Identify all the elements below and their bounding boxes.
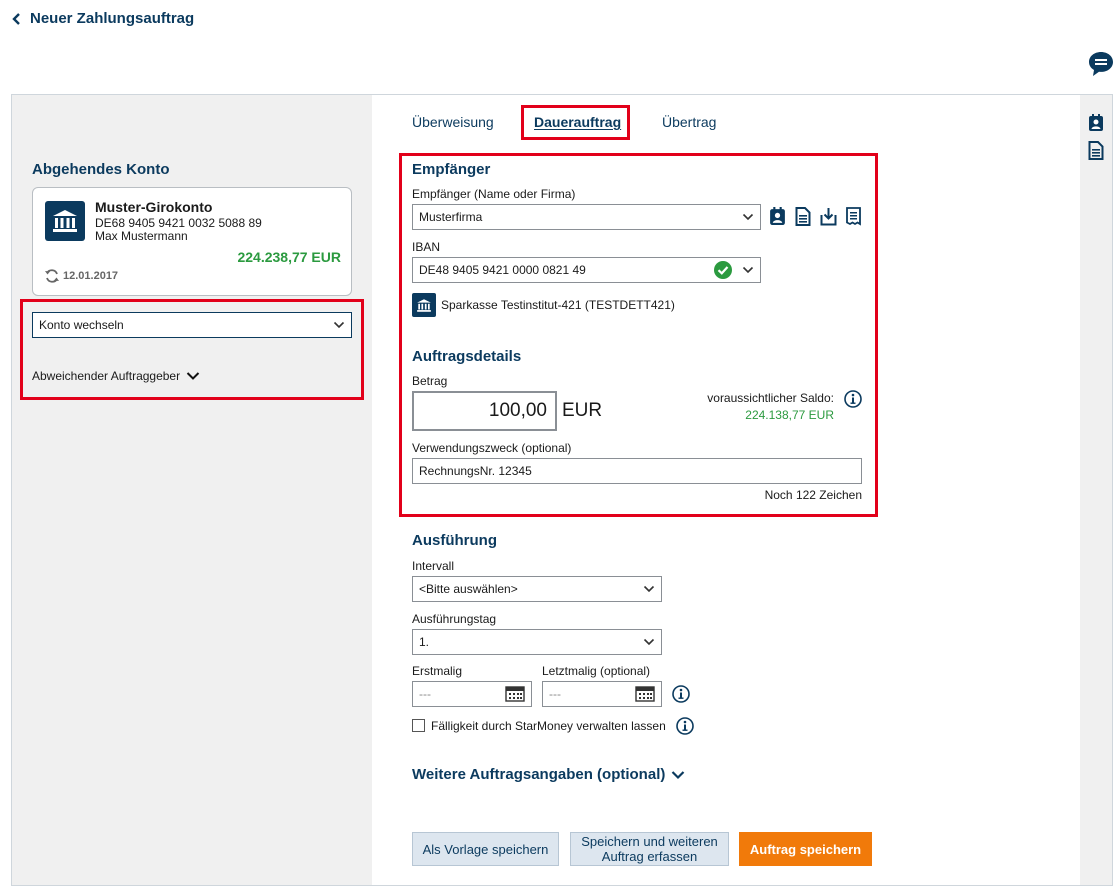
more-details-toggle[interactable]: Weitere Auftragsangaben (optional) <box>412 766 685 783</box>
chevron-left-icon <box>12 12 20 25</box>
chevron-down-icon <box>742 213 754 221</box>
starmoney-label: Fälligkeit durch StarMoney verwalten las… <box>431 719 666 733</box>
chars-left: Noch 122 Zeichen <box>764 488 862 502</box>
recipient-bank: Sparkasse Testinstitut-421 (TESTDETT421) <box>441 298 675 312</box>
address-book-icon[interactable] <box>1088 114 1104 132</box>
info-icon[interactable] <box>844 390 862 408</box>
info-icon[interactable] <box>672 685 690 703</box>
chat-icon[interactable] <box>1087 50 1115 78</box>
recipient-name-value: Musterfirma <box>419 210 483 224</box>
chevron-down-icon <box>742 266 754 274</box>
recipient-name-select[interactable]: Musterfirma <box>412 204 761 230</box>
tab-dauerauftrag[interactable]: Dauerauftrag <box>534 114 621 130</box>
save-order-button[interactable]: Auftrag speichern <box>739 832 872 866</box>
execution-day-select[interactable]: 1. <box>412 629 662 655</box>
account-iban: DE68 9405 9421 0032 5088 89 <box>95 216 262 230</box>
execution-heading: Ausführung <box>412 532 497 549</box>
download-icon[interactable] <box>820 207 837 226</box>
first-date-value: --- <box>419 687 431 701</box>
starmoney-checkbox[interactable] <box>412 719 425 732</box>
account-name: Muster-Girokonto <box>95 199 213 215</box>
purpose-input[interactable]: RechnungsNr. 12345 <box>412 458 862 484</box>
right-toolbar <box>1080 95 1112 885</box>
interval-value: <Bitte auswählen> <box>419 582 518 596</box>
source-account-heading: Abgehendes Konto <box>32 161 170 178</box>
execution-day-value: 1. <box>419 635 430 649</box>
page-header[interactable]: Neuer Zahlungsauftrag <box>12 10 194 27</box>
chevron-down-icon <box>643 585 655 593</box>
purpose-value: RechnungsNr. 12345 <box>419 464 532 478</box>
tab-uebertrag[interactable]: Übertrag <box>662 114 716 130</box>
chevron-down-icon <box>333 321 345 329</box>
save-template-button[interactable]: Als Vorlage speichern <box>412 832 559 866</box>
chevron-down-icon <box>672 770 685 779</box>
page-title: Neuer Zahlungsauftrag <box>30 10 195 27</box>
account-switch-label: Konto wechseln <box>39 318 124 332</box>
iban-label: IBAN <box>412 240 441 254</box>
info-icon[interactable] <box>676 717 694 735</box>
first-date-label: Erstmalig <box>412 664 463 678</box>
tab-ueberweisung[interactable]: Überweisung <box>412 114 494 130</box>
account-card[interactable]: Muster-Girokonto DE68 9405 9421 0032 508… <box>32 187 352 296</box>
iban-value: DE48 9405 9421 0000 0821 49 <box>419 263 586 277</box>
document-icon[interactable] <box>795 207 811 226</box>
account-owner: Max Mustermann <box>95 229 188 243</box>
account-balance: 224.238,77 EUR <box>237 249 341 265</box>
save-and-next-line2: Auftrag erfassen <box>601 849 698 864</box>
receipt-icon[interactable] <box>845 207 862 226</box>
more-details-label: Weitere Auftragsangaben (optional) <box>412 766 666 783</box>
purpose-label: Verwendungszweck (optional) <box>412 441 572 455</box>
refresh-icon[interactable] <box>44 269 60 283</box>
recipient-heading: Empfänger <box>412 161 491 178</box>
different-payer-toggle[interactable]: Abweichender Auftraggeber <box>32 369 200 383</box>
chevron-down-icon <box>643 638 655 646</box>
execution-day-label: Ausführungstag <box>412 612 497 626</box>
bank-icon <box>45 201 85 241</box>
bank-icon <box>412 293 436 317</box>
different-payer-label: Abweichender Auftraggeber <box>32 369 181 383</box>
last-date-label: Letztmalig (optional) <box>542 664 651 678</box>
amount-label: Betrag <box>412 374 448 388</box>
check-circle-icon <box>714 261 732 279</box>
account-updated-date: 12.01.2017 <box>63 270 119 282</box>
projected-balance-value: 224.138,77 EUR <box>745 408 834 422</box>
last-date-input[interactable]: --- <box>542 681 662 707</box>
save-and-next-line1: Speichern und weiteren <box>581 834 718 849</box>
calendar-icon[interactable] <box>635 686 655 702</box>
interval-select[interactable]: <Bitte auswählen> <box>412 576 662 602</box>
chevron-down-icon <box>186 372 200 380</box>
amount-currency: EUR <box>562 400 603 421</box>
address-book-icon[interactable] <box>769 207 786 226</box>
save-and-next-button[interactable]: Speichern und weiteren Auftrag erfassen <box>570 832 729 866</box>
amount-input[interactable]: 100,00 <box>412 391 557 431</box>
calendar-icon[interactable] <box>505 686 525 702</box>
last-date-value: --- <box>549 687 561 701</box>
order-details-heading: Auftragsdetails <box>412 348 522 365</box>
first-date-input[interactable]: --- <box>412 681 532 707</box>
recipient-bank-name: Sparkasse Testinstitut-421 <box>441 298 582 312</box>
document-icon[interactable] <box>1088 141 1104 160</box>
projected-balance-label: voraussichtlicher Saldo: <box>707 391 834 405</box>
interval-label: Intervall <box>412 559 455 573</box>
recipient-bank-bic: (TESTDETT421) <box>584 298 675 312</box>
recipient-name-label: Empfänger (Name oder Firma) <box>412 187 576 201</box>
account-switch-select[interactable]: Konto wechseln <box>32 312 352 338</box>
iban-input[interactable]: DE48 9405 9421 0000 0821 49 <box>412 257 761 283</box>
